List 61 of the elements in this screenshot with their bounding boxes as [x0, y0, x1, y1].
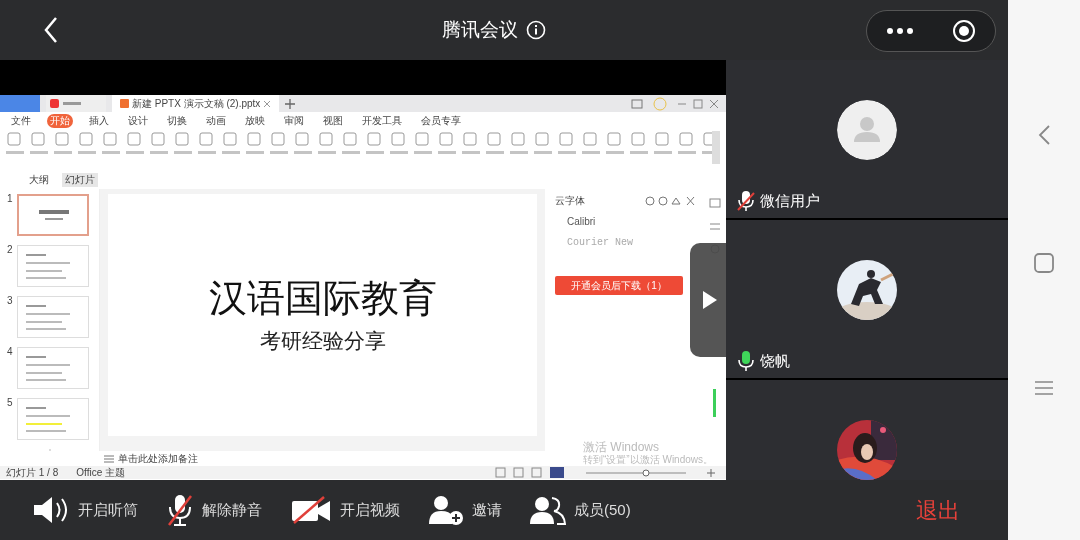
ribbon-tab[interactable]: 插入 [86, 113, 112, 128]
document-tab-label: 新建 PPTX 演示文稿 (2).pptx [132, 97, 261, 111]
info-icon[interactable] [526, 20, 546, 40]
slide-thumbnail[interactable] [17, 245, 89, 287]
notes-icon [104, 454, 114, 463]
toolbar-button[interactable]: 开启听筒 [32, 495, 138, 525]
view-tab[interactable]: 幻灯片 [62, 173, 98, 187]
slide-thumbnail[interactable] [17, 347, 89, 389]
menu-icon[interactable] [1035, 380, 1053, 397]
notes-placeholder[interactable]: 单击此处添加备注 [118, 451, 198, 466]
exit-button[interactable]: 退出 [916, 493, 960, 527]
activation-title: 激活 Windows [583, 440, 660, 454]
play-icon[interactable] [703, 291, 717, 309]
add-tab-icon[interactable] [285, 98, 296, 109]
window-title: 腾讯会议 [442, 17, 518, 42]
slide-number: 1 [7, 194, 13, 204]
slide-number: 3 [7, 296, 13, 306]
slide-title: 汉语国际教育 [208, 277, 437, 320]
back-icon[interactable] [43, 16, 59, 44]
slide-number: 2 [7, 245, 13, 255]
toolbar-button[interactable]: 成员(50) [530, 495, 631, 525]
ribbon-tab[interactable]: 审阅 [281, 113, 307, 128]
add-person-icon [428, 494, 464, 526]
slide-number: 4 [7, 347, 13, 357]
participant-name: 饶帆 [760, 351, 790, 371]
download-button[interactable]: 开通会员后下载（1） [555, 276, 683, 295]
slide-number: 5 [7, 398, 13, 408]
document-tab[interactable]: 新建 PPTX 演示文稿 (2).pptx [112, 95, 280, 112]
home-icon[interactable] [1034, 253, 1054, 273]
default-avatar-icon [837, 100, 897, 160]
ribbon-tab[interactable]: 动画 [203, 113, 229, 128]
ribbon-tab[interactable]: 切换 [164, 113, 190, 128]
panel-title: 云字体 [555, 194, 585, 208]
font-name[interactable]: Calibri [567, 214, 596, 229]
ribbon-tab[interactable]: 视图 [320, 113, 346, 128]
app-tab[interactable] [46, 95, 106, 112]
ribbon-tab[interactable]: 会员专享 [418, 113, 464, 128]
slide-subtitle: 考研经验分享 [259, 329, 386, 353]
ribbon-tab[interactable]: 开发工具 [359, 113, 405, 128]
theme-name: Office 主题 [76, 466, 125, 480]
record-icon[interactable] [952, 19, 976, 43]
panel-actions-drawing [645, 195, 695, 206]
toolbar-button[interactable]: 邀请 [428, 494, 502, 526]
speaker-icon [32, 495, 70, 525]
file-icon [120, 99, 129, 108]
ribbon-tab[interactable]: 设计 [125, 113, 151, 128]
toolbar-button[interactable]: 解除静音 [166, 493, 262, 527]
view-tab[interactable]: 大纲 [26, 173, 52, 187]
members-icon [530, 495, 566, 525]
slide-counter: 幻灯片 1 / 8 [6, 466, 59, 480]
slide-thumbnail[interactable] [17, 296, 89, 338]
ribbon-tab[interactable]: 放映 [242, 113, 268, 128]
slide-thumbnail[interactable] [17, 194, 89, 236]
camera-off-icon [290, 495, 332, 525]
toolbar-button[interactable]: 开启视频 [290, 495, 400, 525]
mic-muted-icon [166, 493, 194, 527]
close-icon[interactable] [263, 99, 272, 108]
slide-thumbnail[interactable] [17, 398, 89, 440]
more-icon[interactable] [886, 27, 914, 35]
ribbon-tab[interactable]: 文件 [8, 113, 34, 128]
participant-name: 微信用户 [760, 191, 820, 211]
